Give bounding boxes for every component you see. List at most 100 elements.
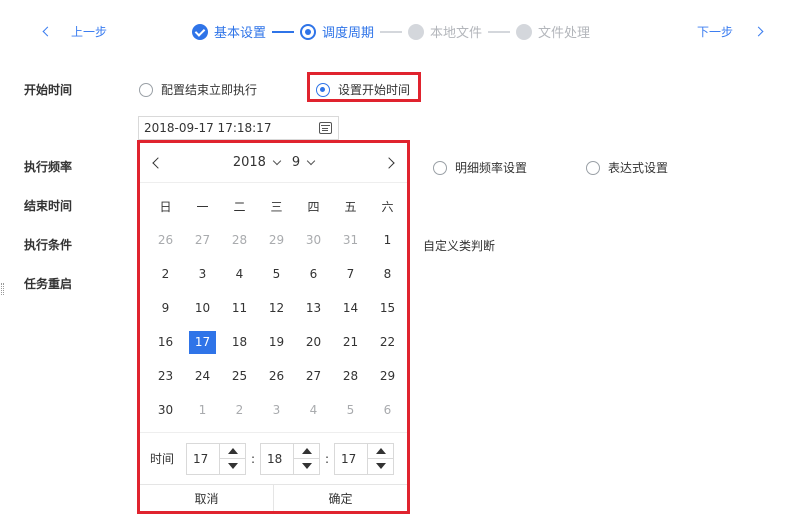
day-number: 25 [231,369,248,383]
calendar-day[interactable]: 25 [221,359,258,393]
calendar-day[interactable]: 24 [184,359,221,393]
day-number: 2 [161,267,170,281]
prev-step-button[interactable]: 上一步 [42,23,107,40]
calendar-day[interactable]: 14 [332,291,369,325]
calendar-day[interactable]: 15 [369,291,406,325]
calendar-day[interactable]: 11 [221,291,258,325]
radio-set-start-time[interactable]: 设置开始时间 [316,81,410,98]
day-number: 10 [194,301,211,315]
minute-up-button[interactable] [294,444,319,459]
day-number: 23 [157,369,174,383]
calendar-day[interactable]: 22 [369,325,406,359]
calendar-day[interactable]: 18 [221,325,258,359]
calendar-day[interactable]: 4 [295,393,332,427]
next-month-icon[interactable] [383,156,395,169]
hour-down-button[interactable] [220,458,245,474]
calendar-day[interactable]: 26 [258,359,295,393]
calendar-day[interactable]: 19 [258,325,295,359]
calendar-day[interactable]: 29 [258,223,295,257]
day-number: 18 [231,335,248,349]
calendar-day[interactable]: 20 [295,325,332,359]
calendar-day[interactable]: 30 [147,393,184,427]
second-down-button[interactable] [368,458,393,474]
day-number: 5 [272,267,281,281]
calendar-icon[interactable] [319,122,332,134]
hour-value: 17 [193,451,209,466]
stepper: 基本设置 调度周期 本地文件 文件处理 [192,22,590,41]
calendar-day[interactable]: 16 [147,325,184,359]
calendar-day[interactable]: 13 [295,291,332,325]
custom-condition-option[interactable]: 自定义类判断 [423,237,495,254]
calendar-day[interactable]: 5 [258,257,295,291]
minute-down-button[interactable] [294,458,319,474]
calendar-day[interactable]: 30 [295,223,332,257]
calendar-day[interactable]: 2 [147,257,184,291]
day-number: 12 [268,301,285,315]
calendar-day[interactable]: 1 [369,223,406,257]
calendar-day[interactable]: 7 [332,257,369,291]
calendar-day[interactable]: 31 [332,223,369,257]
calendar-day[interactable]: 21 [332,325,369,359]
resize-handle[interactable] [1,283,4,295]
second-up-button[interactable] [368,444,393,459]
calendar-day[interactable]: 12 [258,291,295,325]
calendar-day[interactable]: 9 [147,291,184,325]
step-basic-settings[interactable]: 基本设置 [192,22,266,41]
calendar-day[interactable]: 10 [184,291,221,325]
weekday-header: 日 [159,199,172,214]
calendar-day[interactable]: 27 [295,359,332,393]
day-number: 11 [231,301,248,315]
calendar-day[interactable]: 6 [295,257,332,291]
day-number: 9 [161,301,170,315]
day-number: 19 [268,335,285,349]
day-number: 1 [383,233,392,247]
weekday-header: 二 [233,199,246,214]
day-number: 5 [346,403,355,417]
year-select[interactable]: 2018 [233,155,282,170]
condition-label: 执行条件 [24,238,73,252]
radio-detail-frequency[interactable]: 明细频率设置 [433,159,527,176]
calendar-day[interactable]: 28 [332,359,369,393]
chevron-left-icon [42,26,53,37]
day-number: 30 [305,233,322,247]
calendar-grid: 日一二三四五六 26 27 28 29 30 31 1 2 3 4 5 6 7 8 9 10 11 12 13 14 15… [140,183,407,427]
second-spinner[interactable]: 17 [334,442,394,475]
calendar-day[interactable]: 6 [369,393,406,427]
second-value: 17 [341,451,357,466]
calendar-day-selected[interactable]: 17 [184,325,221,359]
hour-spinner[interactable]: 17 [186,442,246,475]
calendar-day[interactable]: 27 [184,223,221,257]
month-select[interactable]: 9 [292,155,316,170]
check-circle-icon [192,23,208,40]
calendar-day[interactable]: 3 [184,257,221,291]
calendar-day[interactable]: 5 [332,393,369,427]
calendar-day[interactable]: 8 [369,257,406,291]
start-datetime-input[interactable]: 2018-09-17 17:18:17 [138,116,339,140]
prev-month-icon[interactable] [152,156,164,169]
calendar-day[interactable]: 3 [258,393,295,427]
step-schedule-cycle[interactable]: 调度周期 [300,22,374,41]
step-label: 基本设置 [214,26,267,41]
calendar-day[interactable]: 1 [184,393,221,427]
next-step-button[interactable]: 下一步 [697,23,764,40]
hour-up-button[interactable] [220,444,245,459]
radio-run-immediately[interactable]: 配置结束立即执行 [139,81,257,98]
calendar-day[interactable]: 4 [221,257,258,291]
minute-spinner[interactable]: 18 [260,442,320,475]
day-number: 16 [157,335,174,349]
time-selector: 时间 17 : 18 : 17 [140,432,407,484]
weekday-header: 三 [270,199,283,214]
calendar-day[interactable]: 26 [147,223,184,257]
triangle-up-icon [301,447,312,454]
step-file-processing[interactable]: 文件处理 [516,22,590,41]
day-number: 27 [305,369,322,383]
calendar-day[interactable]: 23 [147,359,184,393]
cancel-button[interactable]: 取消 [140,485,273,511]
calendar-day[interactable]: 28 [221,223,258,257]
step-local-file[interactable]: 本地文件 [408,22,482,41]
step-label: 文件处理 [538,26,591,41]
radio-expression[interactable]: 表达式设置 [586,159,668,176]
calendar-day[interactable]: 29 [369,359,406,393]
calendar-day[interactable]: 2 [221,393,258,427]
confirm-button[interactable]: 确定 [273,485,407,511]
